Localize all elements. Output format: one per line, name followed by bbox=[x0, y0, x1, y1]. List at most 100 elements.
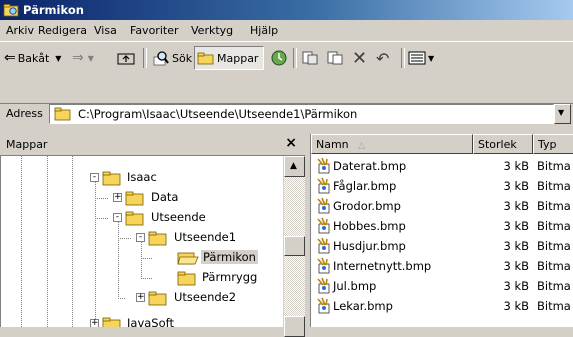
file-type: Bitma bbox=[537, 239, 571, 253]
search-label: Sök bbox=[172, 51, 193, 65]
menu-favoriter[interactable]: Favoriter bbox=[130, 24, 178, 37]
paint-bitmap-icon bbox=[317, 277, 330, 294]
back-button[interactable]: ⇐ Bakåt ▼ bbox=[4, 46, 61, 70]
back-label: Bakåt bbox=[17, 51, 50, 65]
history-button[interactable] bbox=[270, 46, 288, 70]
forward-arrow-icon: ⇒ bbox=[72, 50, 84, 66]
chevron-down-icon: ▼ bbox=[428, 53, 435, 63]
list-item[interactable]: Grodor.bmp 3 kB Bitma bbox=[311, 196, 573, 216]
tree-item-isaac[interactable]: Isaac bbox=[127, 170, 157, 184]
list-item[interactable]: Husdjur.bmp 3 kB Bitma bbox=[311, 236, 573, 256]
file-name: Hobbes.bmp bbox=[333, 219, 406, 233]
folder-tree-scrollbar[interactable]: ▲ bbox=[284, 156, 305, 337]
list-item[interactable]: Jul.bmp 3 kB Bitma bbox=[311, 276, 573, 296]
scroll-up-button[interactable]: ▲ bbox=[284, 156, 305, 177]
file-type: Bitma bbox=[537, 179, 571, 193]
address-dropdown-button[interactable]: ▼ bbox=[554, 104, 571, 124]
tree-expander[interactable]: - bbox=[113, 213, 122, 222]
delete-x-icon: ✕ bbox=[352, 47, 368, 69]
file-list: Namn △ Storlek Typ Daterat.bmp 3 kB Bitma F… bbox=[310, 134, 573, 327]
menu-bar: Arkiv Redigera Visa Favoriter Verktyg Hj… bbox=[0, 20, 573, 40]
close-pane-button[interactable]: × bbox=[285, 135, 297, 151]
column-header-size[interactable]: Storlek bbox=[473, 134, 533, 154]
menu-redigera[interactable]: Redigera bbox=[38, 24, 87, 37]
tree-item-utseende1[interactable]: Utseende1 bbox=[174, 230, 236, 244]
paint-bitmap-icon bbox=[317, 217, 330, 234]
menu-verktyg[interactable]: Verktyg bbox=[191, 24, 233, 37]
forward-button[interactable]: ⇒ ▼ bbox=[72, 46, 94, 70]
paint-bitmap-icon bbox=[317, 257, 330, 274]
menu-visa[interactable]: Visa bbox=[94, 24, 117, 37]
tree-expander[interactable]: + bbox=[90, 319, 99, 327]
folder-tree: - Isaac + Data - Utseende - Utseende1 Pä… bbox=[0, 156, 283, 327]
up-folder-icon bbox=[117, 53, 135, 65]
file-size: 3 kB bbox=[503, 179, 529, 193]
toolbar: ⇐ Bakåt ▼ ⇒ ▼ Sök Mappar ✕ ↶ ▼ bbox=[0, 41, 573, 74]
tree-item-utseende2[interactable]: Utseende2 bbox=[174, 290, 236, 304]
file-size: 3 kB bbox=[503, 279, 529, 293]
paint-bitmap-icon bbox=[317, 237, 330, 254]
tree-item-javasoft[interactable]: JavaSoft bbox=[127, 316, 174, 327]
tree-item-parmikon[interactable]: Pärmikon bbox=[201, 250, 258, 264]
tree-item-parmrygg[interactable]: Pärmrygg bbox=[202, 270, 257, 284]
tree-item-data[interactable]: Data bbox=[151, 190, 178, 204]
copy-to-button[interactable] bbox=[326, 46, 344, 70]
search-button[interactable]: Sök bbox=[152, 46, 192, 70]
file-name: Jul.bmp bbox=[333, 279, 377, 293]
folder-icon bbox=[54, 107, 71, 121]
list-item[interactable]: Lekar.bmp 3 kB Bitma bbox=[311, 296, 573, 316]
file-type: Bitma bbox=[537, 159, 571, 173]
column-size-label: Storlek bbox=[478, 138, 517, 151]
list-item[interactable]: Hobbes.bmp 3 kB Bitma bbox=[311, 216, 573, 236]
chevron-down-icon: ▼ bbox=[55, 53, 62, 63]
history-icon bbox=[271, 50, 287, 66]
file-name: Fåglar.bmp bbox=[333, 179, 397, 193]
file-type: Bitma bbox=[537, 279, 571, 293]
delete-button[interactable]: ✕ bbox=[352, 46, 367, 70]
open-folder-icon bbox=[177, 252, 199, 265]
list-item[interactable]: Fåglar.bmp 3 kB Bitma bbox=[311, 176, 573, 196]
views-icon bbox=[408, 51, 426, 65]
tree-item-utseende[interactable]: Utseende bbox=[151, 210, 206, 224]
chevron-down-icon: ▼ bbox=[558, 108, 565, 117]
folder-window-icon bbox=[3, 4, 19, 17]
window-title: Pärmikon bbox=[23, 3, 84, 17]
undo-button[interactable]: ↶ bbox=[376, 46, 389, 70]
move-to-button[interactable] bbox=[301, 46, 319, 70]
file-size: 3 kB bbox=[503, 219, 529, 233]
chevron-down-icon: ▼ bbox=[87, 53, 94, 63]
column-header-type[interactable]: Typ bbox=[533, 134, 573, 154]
scroll-thumb[interactable] bbox=[284, 236, 305, 256]
file-size: 3 kB bbox=[503, 199, 529, 213]
tree-expander[interactable]: - bbox=[136, 233, 145, 242]
undo-icon: ↶ bbox=[376, 48, 390, 68]
folder-icon bbox=[102, 171, 121, 186]
menu-hjalp[interactable]: Hjälp bbox=[250, 24, 278, 37]
menu-arkiv[interactable]: Arkiv bbox=[6, 24, 34, 37]
tree-expander[interactable]: + bbox=[113, 193, 122, 202]
address-value: C:\Program\Isaac\Utseende\Utseende1\Pärm… bbox=[78, 107, 358, 121]
file-name: Lekar.bmp bbox=[333, 299, 393, 313]
file-type: Bitma bbox=[537, 219, 571, 233]
move-to-icon bbox=[302, 51, 318, 65]
file-name: Grodor.bmp bbox=[333, 199, 401, 213]
file-size: 3 kB bbox=[503, 159, 529, 173]
search-icon bbox=[153, 51, 169, 66]
sort-ascending-icon: △ bbox=[358, 141, 366, 151]
folder-pane-header: Mappar × bbox=[0, 134, 305, 156]
list-item[interactable]: Internetnytt.bmp 3 kB Bitma bbox=[311, 256, 573, 276]
up-folder-button[interactable] bbox=[117, 46, 135, 70]
paint-bitmap-icon bbox=[317, 177, 330, 194]
views-button[interactable]: ▼ bbox=[408, 46, 434, 70]
column-header-name[interactable]: Namn △ bbox=[311, 134, 473, 154]
paint-bitmap-icon bbox=[317, 197, 330, 214]
folder-icon bbox=[177, 271, 196, 286]
tree-expander[interactable]: + bbox=[136, 293, 145, 302]
file-type: Bitma bbox=[537, 199, 571, 213]
folders-button[interactable]: Mappar bbox=[194, 46, 264, 70]
paint-bitmap-icon bbox=[317, 297, 330, 314]
arrow-up-icon: ▲ bbox=[290, 161, 297, 171]
tree-expander[interactable]: - bbox=[90, 173, 99, 182]
title-bar[interactable]: Pärmikon bbox=[0, 0, 573, 20]
list-item[interactable]: Daterat.bmp 3 kB Bitma bbox=[311, 156, 573, 176]
